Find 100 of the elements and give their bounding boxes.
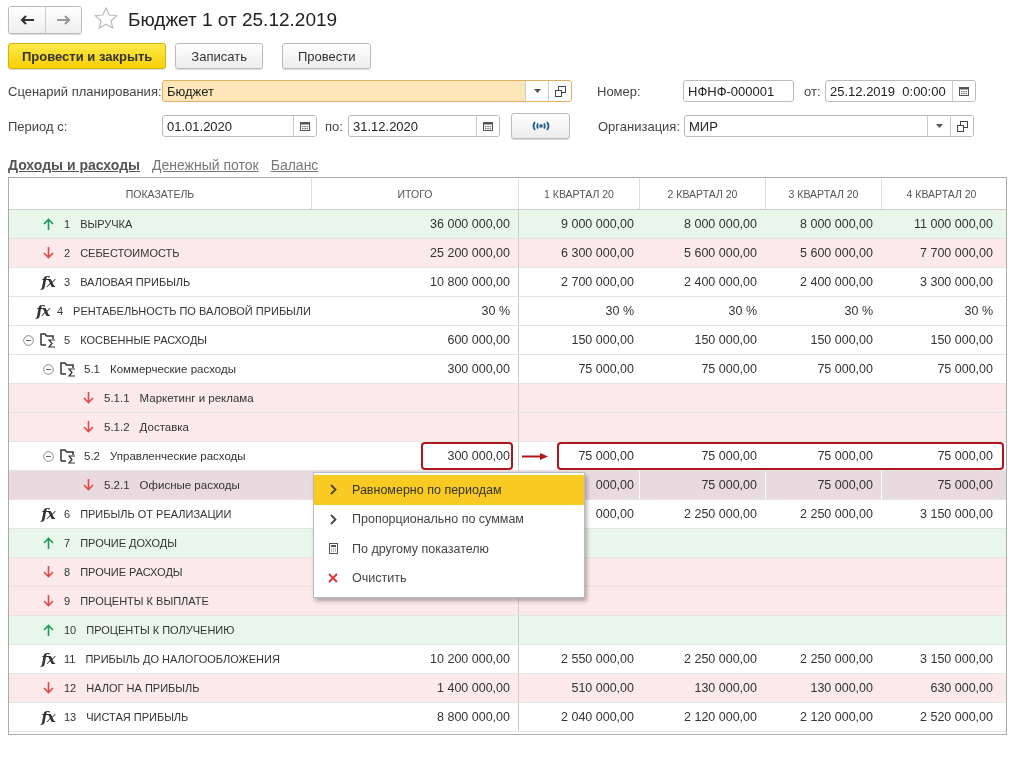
field-label: Сценарий планирования: — [8, 83, 162, 99]
table-cell: 30 % — [964, 304, 993, 318]
formula-icon: fx — [41, 650, 55, 668]
table-cell: 75 000,00 — [817, 478, 873, 492]
table-cell: 75 000,00 — [701, 478, 757, 492]
table-cell: 150 000,00 — [571, 333, 634, 347]
table-cell: 75 000,00 — [817, 449, 873, 463]
row-number: 2 — [64, 247, 71, 259]
row-number: 5.2.1 — [104, 479, 130, 491]
table-cell: 9 000 000,00 — [561, 217, 634, 231]
indicator-name: СЕБЕСТОИМОСТЬ — [80, 247, 180, 259]
table-cell: 000,00 — [595, 478, 634, 492]
table-cell: 2 250 000,00 — [684, 652, 757, 666]
table-cell: 1 400 000,00 — [437, 681, 510, 695]
table-cell: 75 000,00 — [937, 449, 993, 463]
table-cell: 3 150 000,00 — [920, 507, 993, 521]
row-number: 10 — [64, 624, 77, 636]
table-cell: 5 600 000,00 — [684, 246, 757, 260]
indicator-name: ПРОЧИЕ ДОХОДЫ — [80, 537, 178, 549]
table-cell: 36 000 000,00 — [430, 217, 510, 231]
table-cell: 510 000,00 — [571, 681, 634, 695]
indicator-name: НАЛОГ НА ПРИБЫЛЬ — [86, 682, 200, 694]
table-cell: 25 200 000,00 — [430, 246, 510, 260]
row-number: 4 — [56, 305, 64, 317]
table-cell: 2 250 000,00 — [800, 652, 873, 666]
indicator-name: ПРОЦЕНТЫ К ПОЛУЧЕНИЮ — [86, 624, 235, 636]
field-label: Период с: — [8, 118, 69, 134]
table-cell: 7 700 000,00 — [920, 246, 993, 260]
window-title: Бюджет 1 от 25.12.2019 — [128, 9, 338, 31]
table-cell: 75 000,00 — [937, 362, 993, 376]
table-cell: 150 000,00 — [930, 333, 993, 347]
table-cell: 8 000 000,00 — [684, 217, 757, 231]
table-cell: 150 000,00 — [694, 333, 757, 347]
indicator-name: КОСВЕННЫЕ РАСХОДЫ — [80, 334, 208, 346]
table-cell: 75 000,00 — [578, 362, 634, 376]
table-cell: 75 000,00 — [701, 449, 757, 463]
table-cell: 2 120 000,00 — [800, 710, 873, 724]
table-cell: 6 300 000,00 — [561, 246, 634, 260]
field-label: Номер: — [597, 83, 642, 99]
table-cell: 8 000 000,00 — [800, 217, 873, 231]
table-cell: 2 120 000,00 — [684, 710, 757, 724]
formula-icon: fx — [41, 505, 55, 523]
row-number: 13 — [64, 711, 77, 723]
indicator-name: ЧИСТАЯ ПРИБЫЛЬ — [86, 711, 189, 723]
formula-icon: fx — [41, 273, 55, 291]
row-number: 5.2 — [84, 450, 100, 462]
table-cell: 3 300 000,00 — [920, 275, 993, 289]
table-cell: 630 000,00 — [930, 681, 993, 695]
table-cell: 11 000 000,00 — [914, 217, 993, 231]
table-cell: 000,00 — [595, 507, 634, 521]
table-cell: 600 000,00 — [447, 333, 510, 347]
formula-icon: fx — [41, 708, 55, 726]
table-cell: 75 000,00 — [578, 449, 634, 463]
row-number: 5.1.1 — [104, 392, 130, 404]
indicator-name: РЕНТАБЕЛЬНОСТЬ ПО ВАЛОВОЙ ПРИБЫЛИ — [73, 305, 311, 317]
field-label: Организация: — [598, 118, 682, 134]
table-cell: 300 000,00 — [447, 362, 510, 376]
table-cell: 300 000,00 — [447, 449, 510, 463]
table-cell: 2 400 000,00 — [800, 275, 873, 289]
table-cell: 2 250 000,00 — [800, 507, 873, 521]
table-cell: 150 000,00 — [810, 333, 873, 347]
table-cell: 3 150 000,00 — [920, 652, 993, 666]
row-number: 12 — [64, 682, 77, 694]
row-number: 5.1 — [84, 363, 100, 375]
table-cell: 2 250 000,00 — [684, 507, 757, 521]
indicator-name: ВЫРУЧКА — [80, 218, 133, 230]
table-cell: 2 400 000,00 — [684, 275, 757, 289]
table-cell: 2 520 000,00 — [920, 710, 993, 724]
table-cell: 10 800 000,00 — [430, 275, 510, 289]
row-number: 6 — [64, 508, 71, 520]
indicator-name: ПРИБЫЛЬ ОТ РЕАЛИЗАЦИИ — [80, 508, 232, 520]
table-cell: 75 000,00 — [701, 362, 757, 376]
table-cell: 130 000,00 — [810, 681, 873, 695]
table-cell: 2 550 000,00 — [561, 652, 634, 666]
table-cell: 2 040 000,00 — [561, 710, 634, 724]
indicator-name: ПРИБЫЛЬ ДО НАЛОГООБЛОЖЕНИЯ — [85, 653, 280, 665]
row-number: 11 — [64, 653, 76, 665]
indicator-name: Коммерческие расходы — [110, 363, 236, 375]
table-cell: 10 200 000,00 — [430, 652, 510, 666]
row-number: 5 — [64, 334, 71, 346]
table-cell: 8 800 000,00 — [437, 710, 510, 724]
indicator-name: Маркетинг и реклама — [139, 392, 254, 404]
indicator-name: Управленческие расходы — [110, 450, 246, 462]
table-cell: 130 000,00 — [694, 681, 757, 695]
table-cell: 30 % — [605, 304, 634, 318]
indicator-name: ПРОЦЕНТЫ К ВЫПЛАТЕ — [80, 595, 209, 607]
table-cell: 75 000,00 — [817, 362, 873, 376]
table-cell: 30 % — [728, 304, 757, 318]
indicator-name: ВАЛОВАЯ ПРИБЫЛЬ — [80, 276, 191, 288]
row-number: 1 — [64, 218, 71, 230]
indicator-name: ПРОЧИЕ РАСХОДЫ — [80, 566, 183, 578]
row-number: 5.1.2 — [104, 421, 130, 433]
table-cell: 5 600 000,00 — [800, 246, 873, 260]
indicator-name: Офисные расходы — [139, 479, 240, 491]
table-cell: 30 % — [481, 304, 510, 318]
formula-icon: fx — [36, 302, 50, 320]
row-number: 9 — [64, 595, 71, 607]
field-label: по: — [325, 118, 344, 134]
row-number: 7 — [64, 537, 71, 549]
table-cell: 75 000,00 — [937, 478, 993, 492]
